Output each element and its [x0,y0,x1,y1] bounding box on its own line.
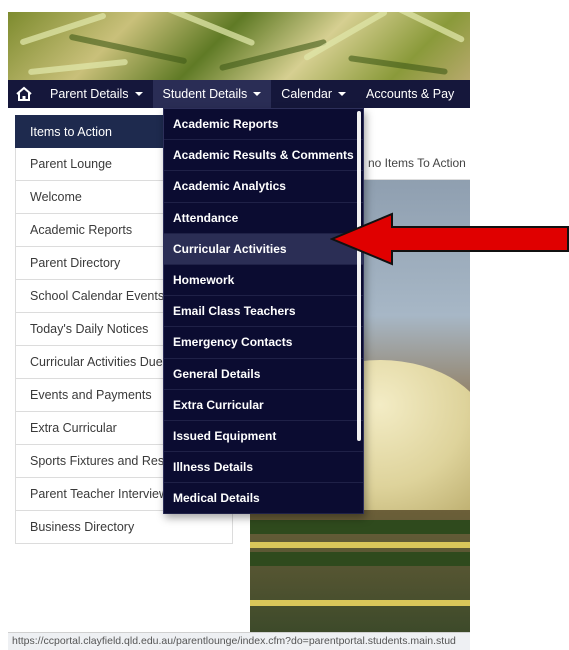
sidebar-item-label: School Calendar Events [30,289,165,303]
menu-item-label: Extra Curricular [173,397,264,412]
sidebar-item-label: Parent Directory [30,256,121,270]
sidebar-item-label: Business Directory [30,520,135,534]
sidebar-item-business-directory[interactable]: Business Directory [15,511,233,544]
sidebar-item-label: Events and Payments [30,388,152,402]
menu-item-label: Email Class Teachers [173,304,296,319]
browser-status-bar: https://ccportal.clayfield.qld.edu.au/pa… [8,632,470,650]
caret-down-icon [253,92,262,96]
dropdown-scrollbar[interactable] [357,111,361,441]
nav-parent-details-label: Parent Details [50,87,129,101]
sidebar-item-label: Sports Fixtures and Res [30,454,165,468]
main-navbar: Parent Details Student Details Calendar … [8,80,470,108]
menu-item-label: Illness Details [173,460,254,475]
student-details-dropdown: Academic Reports Academic Results & Comm… [163,108,364,515]
menu-item-academic-results-comments[interactable]: Academic Results & Comments [164,140,363,172]
nav-parent-details[interactable]: Parent Details [40,80,153,108]
menu-item-email-class-teachers[interactable]: Email Class Teachers [164,296,363,328]
nav-calendar[interactable]: Calendar [271,80,356,108]
menu-item-label: Academic Reports [173,117,279,132]
header-banner-image [8,12,470,80]
sidebar-item-label: Welcome [30,190,82,204]
home-icon [16,86,32,101]
sidebar-item-label: Curricular Activities Due [30,355,163,369]
menu-item-label: General Details [173,366,261,381]
nav-student-details[interactable]: Student Details [152,80,272,108]
sidebar-item-label: Today's Daily Notices [30,322,149,336]
menu-item-emergency-contacts[interactable]: Emergency Contacts [164,327,363,359]
menu-item-academic-analytics[interactable]: Academic Analytics [164,171,363,203]
caret-down-icon [134,92,143,96]
sidebar-item-label: Parent Teacher Interview [30,487,169,501]
menu-item-issued-equipment[interactable]: Issued Equipment [164,421,363,453]
menu-item-academic-reports[interactable]: Academic Reports [164,109,363,141]
menu-item-medical-details[interactable]: Medical Details [164,483,363,515]
menu-item-label: Curricular Activities [173,241,287,256]
sidebar-item-label: Items to Action [30,124,112,139]
sidebar-item-label: Academic Reports [30,223,133,237]
nav-accounts[interactable]: Accounts & Pay [356,80,464,108]
menu-item-label: Academic Analytics [173,179,286,194]
sidebar-item-label: Extra Curricular [30,421,117,435]
menu-item-label: Emergency Contacts [173,335,293,350]
caret-down-icon [338,92,347,96]
nav-calendar-label: Calendar [281,87,333,101]
red-arrow-annotation [330,212,569,266]
menu-item-label: Medical Details [173,491,260,506]
nav-student-details-label: Student Details [162,87,248,101]
menu-item-homework[interactable]: Homework [164,265,363,297]
nav-accounts-label: Accounts & Pay [366,87,455,101]
menu-item-label: Academic Results & Comments [173,148,354,163]
sidebar-item-label: Parent Lounge [30,157,113,171]
nav-home-button[interactable] [8,80,40,108]
menu-item-label: Attendance [173,210,239,225]
no-items-message: no Items To Action [368,156,466,170]
menu-item-illness-details[interactable]: Illness Details [164,452,363,484]
menu-item-extra-curricular[interactable]: Extra Curricular [164,390,363,421]
status-bar-url: https://ccportal.clayfield.qld.edu.au/pa… [12,635,456,647]
menu-item-label: Homework [173,273,235,288]
menu-item-general-details[interactable]: General Details [164,359,363,390]
menu-item-label: Issued Equipment [173,428,277,443]
